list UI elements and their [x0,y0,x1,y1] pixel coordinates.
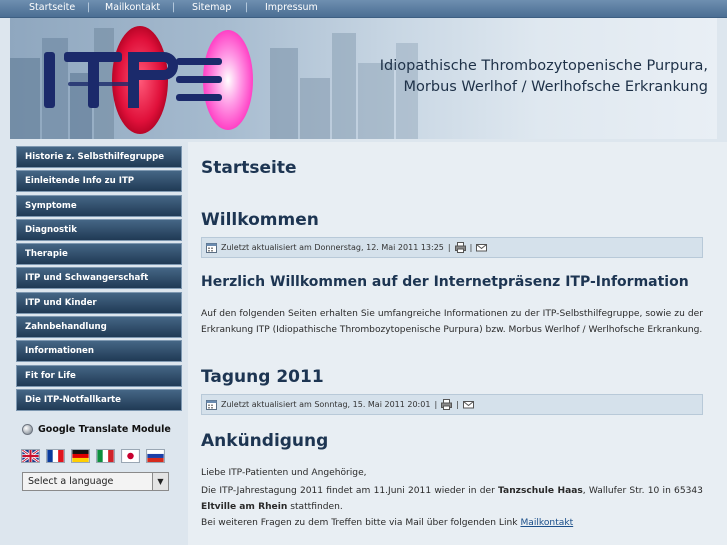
sidebar-item-symptome[interactable]: Symptome [16,194,182,217]
site-tagline: Idiopathische Thrombozytopenische Purpur… [380,56,708,98]
italy-flag-icon[interactable] [96,449,115,463]
nav-startseite[interactable]: Startseite [29,2,75,13]
sidebar-item-fit-for-life[interactable]: Fit for Life [16,364,182,387]
tagline-line-2: Morbus Werlhof / Werlhofsche Erkrankung [403,79,708,95]
venue-name: Tanzschule Haas [498,486,583,496]
calendar-icon [206,243,217,253]
main-content: Startseite Willkommen Zuletzt aktualisie… [188,142,727,545]
calendar-icon [206,400,217,410]
nav-impressum[interactable]: Impressum [265,2,318,13]
sidebar-item-kinder[interactable]: ITP und Kinder [16,291,182,314]
meta-separator: | [469,243,473,252]
itp-logo [44,26,253,134]
language-select-value: Select a language [28,476,114,487]
nav-separator: | [172,2,176,13]
article-updated-text: Zuletzt aktualisiert am Donnerstag, 12. … [221,243,444,252]
article-subtitle: Ankündigung [201,431,329,451]
body-text: , Wallufer Str. 10 in 65343 [582,486,703,496]
meta-separator: | [434,400,438,409]
sidebar-item-informationen[interactable]: Informationen [16,340,182,363]
print-icon[interactable] [454,242,466,253]
language-flags [21,449,165,463]
article-body: Die ITP-Jahrestagung 2011 findet am 11.J… [201,484,703,515]
meta-separator: | [447,243,451,252]
mailkontakt-link[interactable]: Mailkontakt [520,518,573,528]
sidebar-item-zahnbehandlung[interactable]: Zahnbehandlung [16,316,182,339]
bullet-icon [22,424,33,435]
article-title-willkommen[interactable]: Willkommen [201,210,319,230]
article-updated-text: Zuletzt aktualisiert am Sonntag, 15. Mai… [221,400,431,409]
article-title-tagung[interactable]: Tagung 2011 [201,367,324,387]
sidebar-item-historie[interactable]: Historie z. Selbsthilfegruppe [16,146,182,168]
google-translate-module-title: Google Translate Module [22,424,171,435]
venue-city: Eltville am Rhein [201,501,288,512]
email-icon[interactable] [462,399,474,410]
sidebar-item-notfallkarte[interactable]: Die ITP-Notfallkarte [16,388,182,411]
tagline-line-1: Idiopathische Thrombozytopenische Purpur… [379,58,708,74]
meta-separator: | [456,400,459,409]
body-text: stattfinden. [290,501,343,512]
sidebar-item-schwangerschaft[interactable]: ITP und Schwangerschaft [16,267,182,290]
nav-sitemap[interactable]: Sitemap [192,2,231,13]
nav-separator: | [87,2,91,13]
article-meta-bar: Zuletzt aktualisiert am Donnerstag, 12. … [201,237,703,258]
language-select[interactable]: Select a language ▼ [22,472,169,491]
sidebar-item-einleitende-info[interactable]: Einleitende Info zu ITP [16,170,182,193]
sidebar-item-therapie[interactable]: Therapie [16,243,182,266]
article-contact: Bei weiteren Fragen zu dem Treffen bitte… [201,516,703,532]
translate-title-text: Google Translate Module [38,424,171,435]
article-body: Auf den folgenden Seiten erhalten Sie um… [201,309,703,335]
article-greeting: Liebe ITP-Patienten und Angehörige, [201,468,367,478]
japan-flag-icon[interactable] [121,449,140,463]
dropdown-arrow-icon[interactable]: ▼ [152,473,168,490]
article-meta-bar: Zuletzt aktualisiert am Sonntag, 15. Mai… [201,394,703,415]
russia-flag-icon[interactable] [146,449,165,463]
print-icon[interactable] [441,399,453,410]
body-text: Die ITP-Jahrestagung 2011 findet am 11.J… [201,486,495,496]
uk-flag-icon[interactable] [21,449,40,463]
header-banner: Idiopathische Thrombozytopenische Purpur… [10,18,717,139]
nav-mailkontakt[interactable]: Mailkontakt [105,2,160,13]
article-subtitle: Herzlich Willkommen auf der Internetpräs… [201,274,689,290]
sidebar-item-diagnostik[interactable]: Diagnostik [16,218,182,241]
germany-flag-icon[interactable] [71,449,90,463]
page-title: Startseite [201,158,297,178]
contact-text: Bei weiteren Fragen zu dem Treffen bitte… [201,518,518,528]
france-flag-icon[interactable] [46,449,65,463]
sidebar-menu: Historie z. Selbsthilfegruppe Einleitend… [16,146,182,413]
email-icon[interactable] [476,242,488,253]
top-navigation: Startseite | Mailkontakt | Sitemap | Imp… [0,0,727,18]
nav-separator: | [245,2,249,13]
